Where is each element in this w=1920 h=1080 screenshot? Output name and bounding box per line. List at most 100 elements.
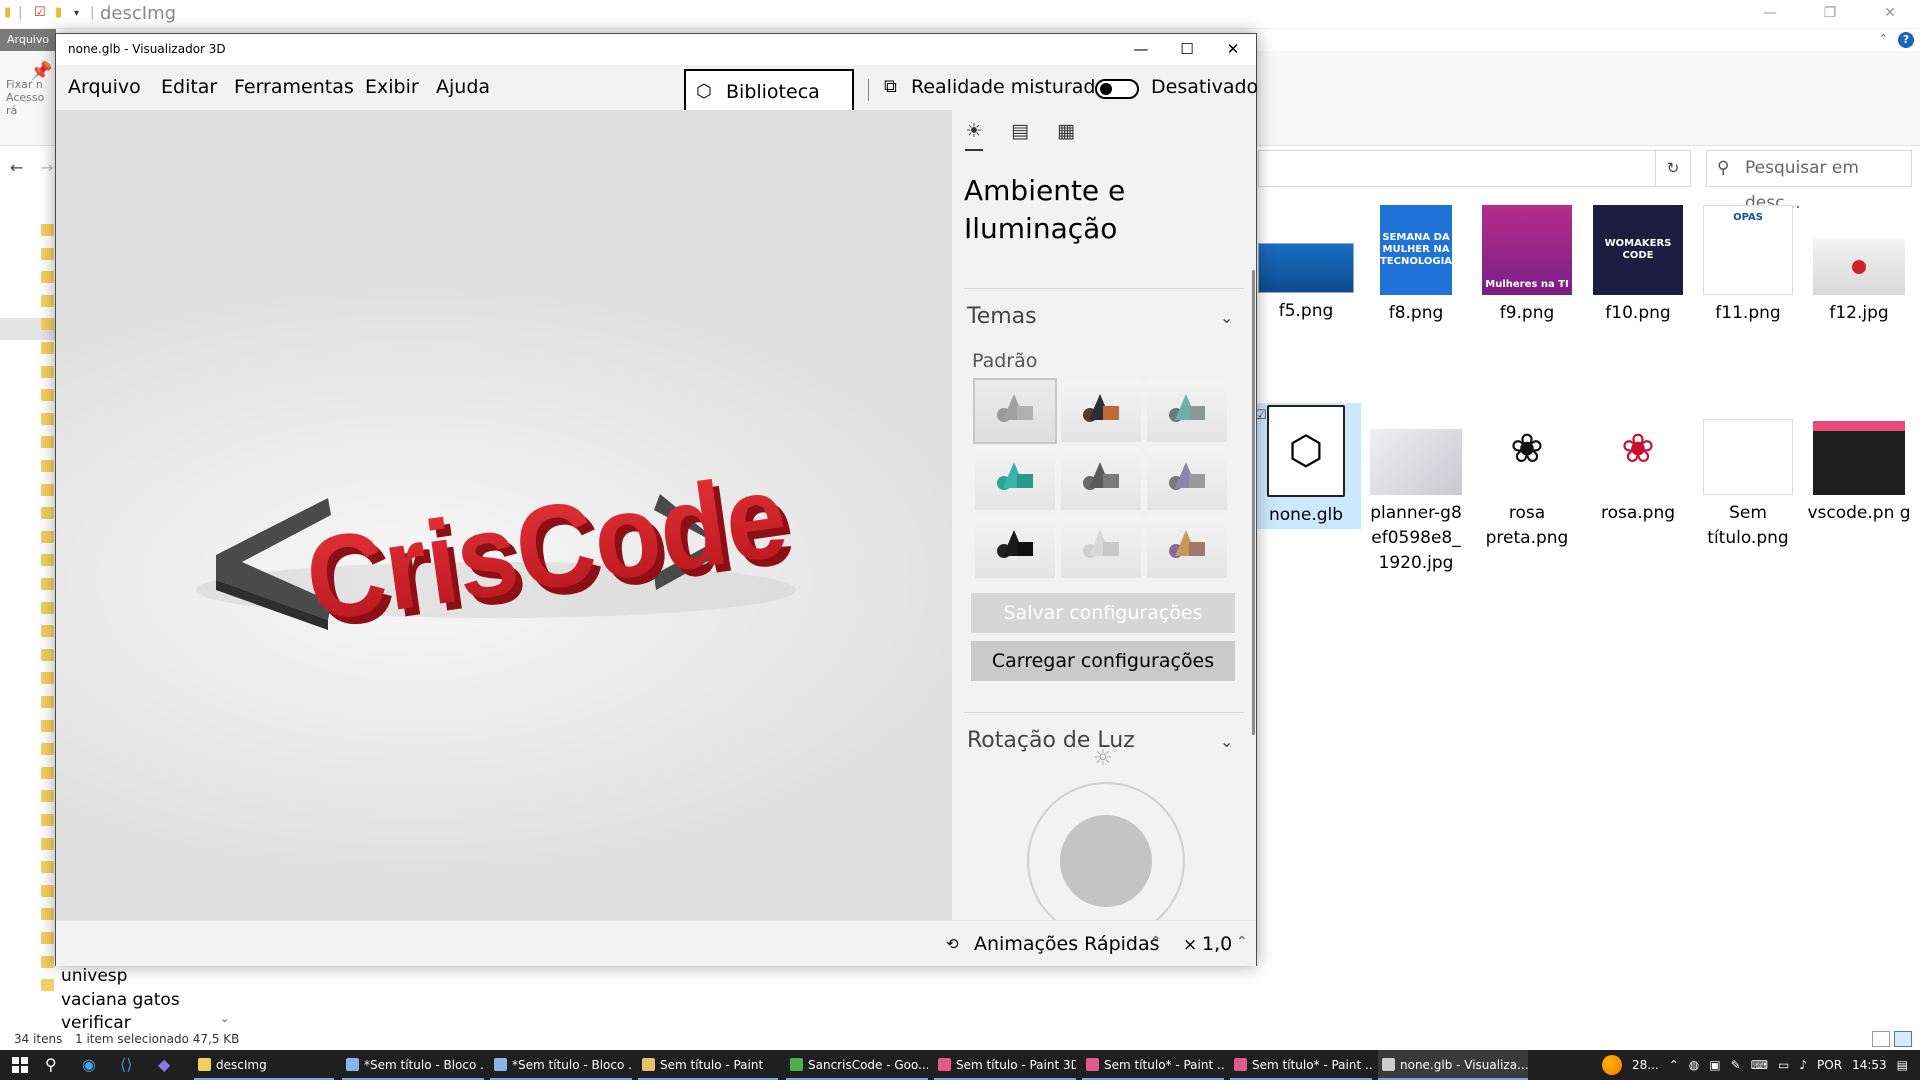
tree-item-vaciana-gatos[interactable]: vaciana gatos [61, 990, 180, 1010]
notification-icon[interactable]: ▤ [1897, 1058, 1908, 1072]
themes-section-title[interactable]: Temas [967, 304, 1037, 329]
new-folder-icon[interactable]: ▮ [55, 5, 62, 20]
tab-statistics[interactable]: ▤ [1008, 120, 1032, 148]
tree-item-verificar[interactable]: verificar [61, 1013, 131, 1028]
close-icon[interactable]: ✕ [1210, 34, 1256, 65]
file-item-rosa-preta[interactable]: ❀ rosa preta.png [1472, 403, 1582, 551]
menu-exibir[interactable]: Exibir [365, 76, 419, 98]
tree-item-univesp[interactable]: univesp [61, 966, 127, 986]
pin-quick-access[interactable]: 📌 Fixar n Acesso rá [6, 63, 56, 118]
menu-editar[interactable]: Editar [161, 76, 217, 98]
clock[interactable]: 14:53 [1852, 1058, 1887, 1072]
details-view-icon[interactable] [1872, 1031, 1890, 1047]
folder-icon [41, 507, 54, 520]
address-bar[interactable]: ⌄ [1258, 150, 1684, 187]
file-item-f8[interactable]: SEMANA DA MULHER NA TECNOLOGIA f8.png [1361, 205, 1471, 326]
theme-option-8[interactable] [1061, 516, 1141, 578]
display-icon[interactable]: ▭ [1778, 1058, 1789, 1072]
file-item-f10[interactable]: WOMAKERS CODE f10.png [1583, 205, 1693, 326]
tab-grid[interactable]: ▦ [1054, 120, 1078, 148]
search-input[interactable]: ⚲ Pesquisar em desc... [1706, 150, 1912, 213]
properties-icon[interactable]: ☑ [34, 5, 46, 20]
close-icon[interactable]: ✕ [1860, 0, 1920, 29]
file-thumbnail [1813, 421, 1905, 495]
file-item-vscode[interactable]: vscode.pn g [1804, 403, 1914, 526]
light-rotation-knob[interactable] [1060, 815, 1152, 907]
ribbon-collapse-icon[interactable]: ⌃ [1879, 32, 1888, 48]
taskbar-task[interactable]: *Sem título - Bloco ... [342, 1050, 484, 1080]
refresh-button[interactable]: ↻ [1655, 150, 1691, 187]
theme-option-5[interactable] [1061, 448, 1141, 510]
light-rotation-dial[interactable] [1027, 782, 1185, 940]
mixed-reality-toggle[interactable] [1095, 79, 1139, 99]
help-icon[interactable]: ? [1898, 32, 1914, 48]
start-button[interactable] [12, 1057, 28, 1073]
menu-arquivo[interactable]: Arquivo [68, 76, 141, 98]
file-item-f11[interactable]: OPAS f11.png [1693, 205, 1803, 326]
back-arrow-icon[interactable]: ← [10, 158, 23, 177]
file-item-f5[interactable]: f5.png [1251, 205, 1361, 324]
theme-option-9[interactable] [1147, 516, 1227, 578]
3d-library-button[interactable]: ⬡ Biblioteca 3D [684, 69, 854, 145]
taskbar-task[interactable]: Sem título - Paint 3D [934, 1050, 1076, 1080]
folder-icon [41, 814, 54, 826]
meet-icon[interactable]: ◍ [1689, 1058, 1699, 1072]
chevron-up-icon[interactable]: ⌃ [1236, 934, 1248, 950]
taskbar-task[interactable]: none.glb - Visualiza... [1378, 1050, 1528, 1080]
restore-icon[interactable]: ❐ [1800, 0, 1860, 29]
tab-environment-lighting[interactable]: ☀ [962, 120, 986, 151]
load-settings-button[interactable]: Carregar configurações [971, 641, 1235, 681]
theme-option-4[interactable] [975, 448, 1055, 510]
volume-icon[interactable]: ♪ [1799, 1058, 1807, 1072]
theme-option-6[interactable] [1147, 448, 1227, 510]
playback-speed[interactable]: 1,0 [1202, 933, 1232, 955]
weather-icon[interactable] [1602, 1055, 1623, 1075]
file-item-sem-titulo[interactable]: Sem título.png [1693, 403, 1803, 551]
file-item-rosa[interactable]: ❀ rosa.png [1583, 403, 1693, 526]
chevron-down-icon[interactable]: ⌄ [1220, 308, 1233, 327]
search-icon[interactable]: ⚲ [45, 1055, 57, 1074]
taskbar-task[interactable]: *Sem título - Bloco ... [490, 1050, 632, 1080]
file-item-f9[interactable]: Mulheres na TI f9.png [1472, 205, 1582, 326]
folder-icon [41, 625, 54, 638]
chevron-up-icon[interactable]: ⌃ [1669, 1058, 1679, 1072]
app-icon[interactable]: ◆ [158, 1055, 170, 1074]
taskbar-task[interactable]: Sem título* - Paint ... [1082, 1050, 1224, 1080]
theme-option-2[interactable] [1061, 380, 1141, 442]
taskbar-task[interactable]: SancrisCode - Goo... [786, 1050, 928, 1080]
scroll-down-icon[interactable]: ⌄ [220, 1012, 229, 1025]
taskbar-task[interactable]: Sem título* - Paint ... [1230, 1050, 1372, 1080]
3d-model[interactable]: CrisCode CrisCode [56, 110, 952, 920]
qa-dropdown-icon[interactable]: ▾ [74, 8, 79, 19]
maximize-icon[interactable]: ☐ [1164, 34, 1210, 65]
taskbar-task[interactable]: Sem título - Paint [638, 1050, 778, 1080]
chevron-down-icon[interactable]: ⌄ [1220, 732, 1233, 751]
pen-icon[interactable]: ✎ [1731, 1058, 1741, 1072]
weather-temp[interactable]: 28... [1632, 1058, 1659, 1072]
3d-viewport[interactable]: CrisCode CrisCode [56, 110, 952, 920]
file-item-none-glb[interactable]: ☑ ⬡ none.glb [1251, 403, 1361, 529]
save-settings-button[interactable]: Salvar configurações [971, 593, 1235, 633]
theme-option-7[interactable] [975, 516, 1055, 578]
minimize-icon[interactable]: — [1740, 0, 1800, 29]
large-icons-view-icon[interactable] [1894, 1031, 1912, 1047]
network-icon[interactable]: ▣ [1709, 1058, 1720, 1072]
language-indicator[interactable]: POR [1817, 1058, 1842, 1072]
panel-scrollbar[interactable] [1252, 270, 1255, 735]
minimize-icon[interactable]: — [1118, 34, 1164, 65]
taskbar-task[interactable]: descImg [194, 1050, 334, 1080]
theme-option-1[interactable] [973, 378, 1057, 444]
menu-ferramentas[interactable]: Ferramentas [234, 76, 354, 98]
quick-animations-button[interactable]: Animações Rápidas [974, 933, 1160, 955]
taskbar-task-label: Sem título* - Paint ... [1252, 1058, 1372, 1072]
theme-option-3[interactable] [1147, 380, 1227, 442]
edge-icon[interactable]: ◉ [82, 1055, 96, 1074]
ribbon-tab-arquivo[interactable]: Arquivo [0, 29, 56, 51]
vscode-icon[interactable]: ⟨⟩ [120, 1055, 132, 1074]
keyboard-icon[interactable]: ⌨ [1751, 1058, 1768, 1072]
file-item-f12[interactable]: f12.jpg [1804, 205, 1914, 326]
file-item-planner[interactable]: planner-g8 ef0598e8_ 1920.jpg [1361, 403, 1471, 576]
menu-ajuda[interactable]: Ajuda [436, 76, 490, 98]
chevron-up-icon[interactable]: ⌃ [1150, 934, 1162, 950]
forward-arrow-icon[interactable]: → [40, 158, 53, 177]
